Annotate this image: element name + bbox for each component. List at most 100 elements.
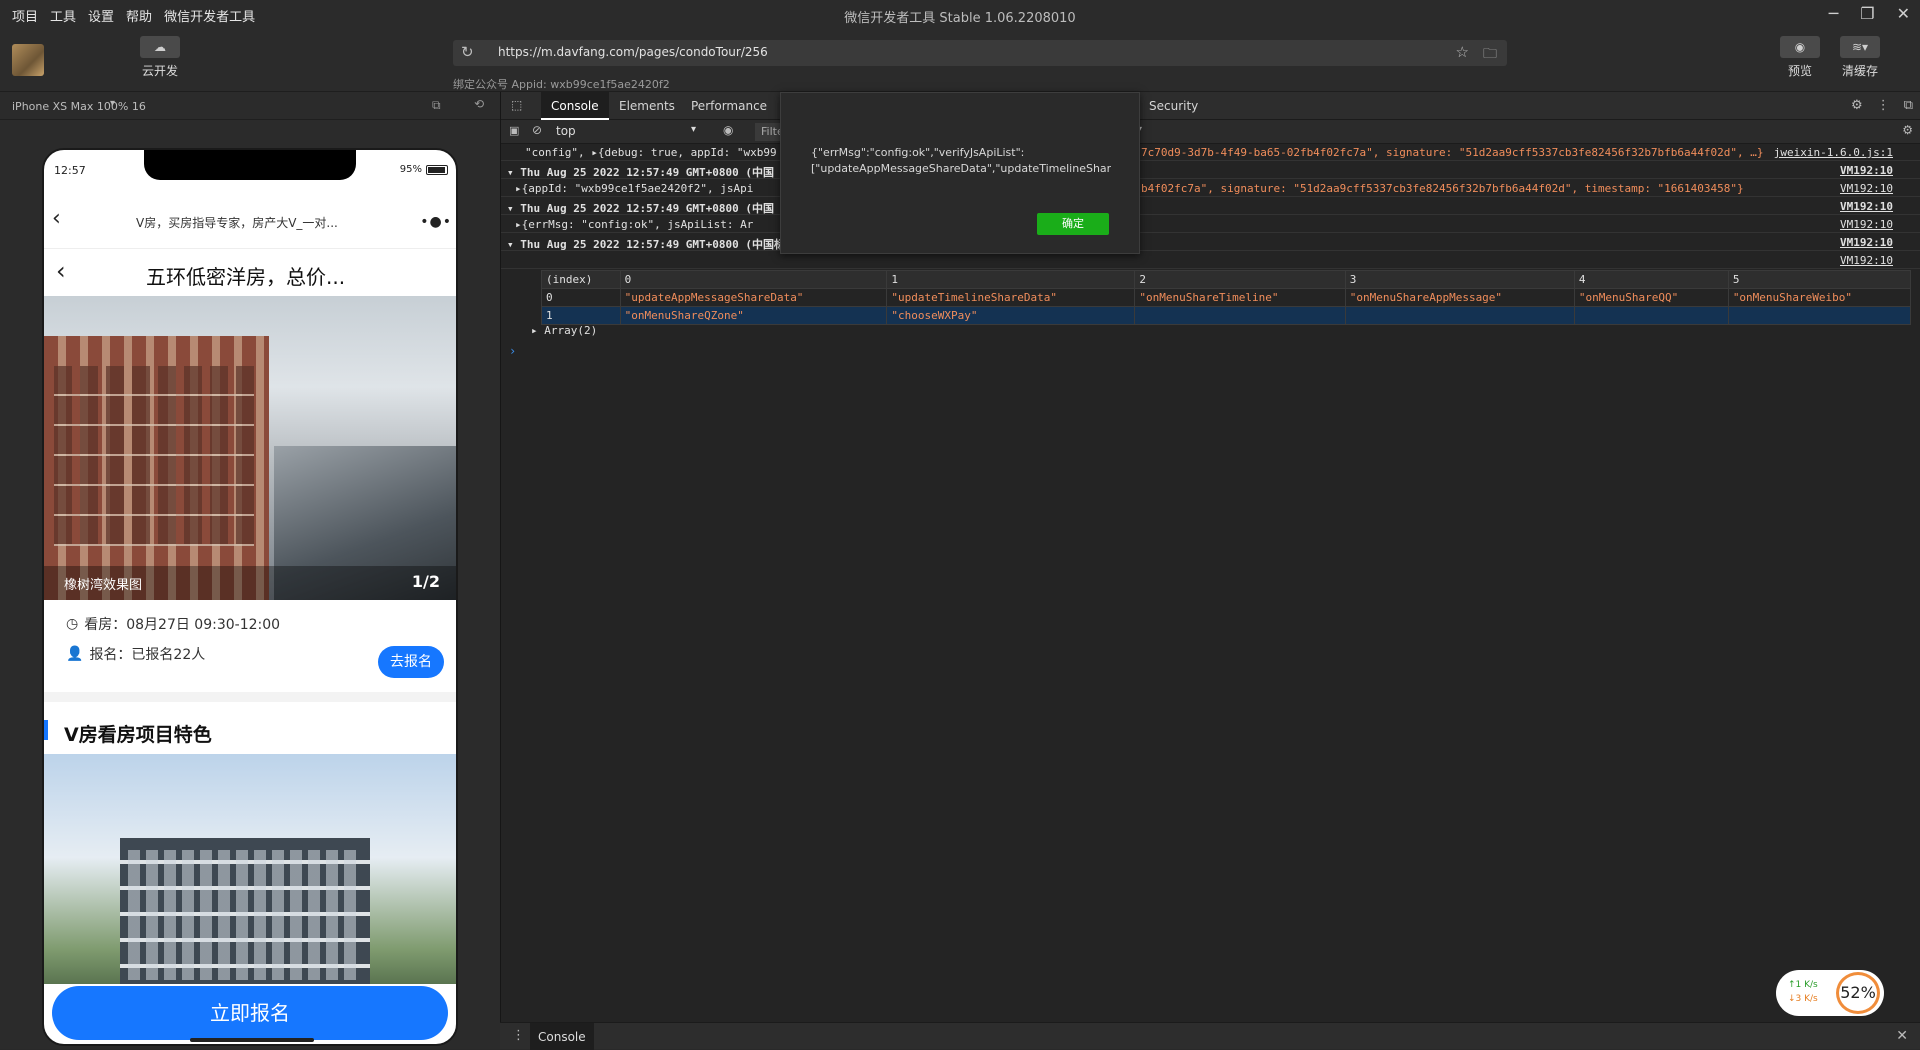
- source-link[interactable]: VM192:10: [1840, 200, 1893, 213]
- context-selector[interactable]: top ▾: [556, 124, 696, 138]
- source-link[interactable]: VM192:10: [1840, 218, 1893, 231]
- folder-icon[interactable]: 🗀: [1483, 43, 1497, 67]
- console-table: (index) 0 1 2 3 4 5 0 "updateAppMessageS…: [541, 270, 1912, 325]
- table-header-cell[interactable]: 0: [619, 270, 888, 289]
- alert-ok-button[interactable]: 确定: [1037, 213, 1109, 235]
- avatar[interactable]: [12, 44, 44, 76]
- feature-photo: [44, 754, 456, 984]
- devtools-icons: ⚙ ⋮ ⧉: [1851, 98, 1913, 113]
- tab-elements[interactable]: Elements: [619, 99, 675, 113]
- chevron-down-icon[interactable]: ▾: [110, 98, 115, 109]
- kebab-icon[interactable]: ⋮: [1877, 98, 1890, 113]
- table-header-cell[interactable]: 5: [1727, 270, 1912, 289]
- inspect-icon[interactable]: ⬚: [511, 98, 522, 112]
- source-link[interactable]: VM192:10: [1840, 182, 1893, 195]
- network-widget[interactable]: ↑1 K/s ↓3 K/s 52%: [1776, 970, 1884, 1016]
- wechat-nav-title: V房，买房指导专家，房产大V_一对...: [136, 216, 338, 230]
- console-line[interactable]: ▾ Thu Aug 25 2022 12:57:49 GMT+0800 (中国标…: [501, 234, 1920, 251]
- table-cell: [1573, 306, 1729, 325]
- clear-cache-button[interactable]: ≋▾ 清缓存: [1840, 36, 1880, 79]
- preview-button[interactable]: ◉ 预览: [1780, 36, 1820, 79]
- visit-info: ◷ 看房：08月27日 09:30-12:00 👤 报名：已报名22人 去报名: [44, 600, 456, 692]
- table-cell: "onMenuShareWeibo": [1727, 288, 1912, 307]
- cloud-icon: ☁: [140, 36, 180, 58]
- table-header-cell[interactable]: 3: [1344, 270, 1575, 289]
- battery-percent: 95%: [399, 164, 422, 175]
- gear-icon[interactable]: ⚙: [1851, 98, 1863, 113]
- section-divider: [44, 692, 456, 702]
- table-header-cell[interactable]: 2: [1134, 270, 1346, 289]
- property-photo-carousel[interactable]: 橡树湾效果图 1/2: [44, 296, 456, 600]
- table-header: (index) 0 1 2 3 4 5: [541, 270, 1912, 289]
- url-bar[interactable]: ↻ https://m.davfang.com/pages/condoTour/…: [453, 40, 1507, 66]
- table-cell: [1344, 306, 1575, 325]
- tab-console-label: Console: [551, 99, 599, 113]
- signup-small-button[interactable]: 去报名: [378, 646, 444, 678]
- table-header-cell[interactable]: 1: [886, 270, 1136, 289]
- minimize-icon[interactable]: ─: [1829, 4, 1839, 23]
- console-settings-icon[interactable]: ⚙: [1902, 123, 1913, 137]
- star-icon[interactable]: ☆: [1456, 43, 1469, 61]
- url-text[interactable]: https://m.davfang.com/pages/condoTour/25…: [498, 45, 768, 59]
- tab-performance[interactable]: Performance: [691, 99, 767, 113]
- visit-time: 看房：08月27日 09:30-12:00: [84, 617, 281, 633]
- console-drawer: ⋮ Console ✕: [500, 1022, 1920, 1050]
- status-battery: 95%: [400, 164, 448, 175]
- simulator-header: iPhone XS Max 100% 16 ▾ ⧉ ⟲: [0, 92, 500, 120]
- console-line[interactable]: ▾ Thu Aug 25 2022 12:57:49 GMT+0800 (中国 …: [501, 162, 1920, 179]
- console-line[interactable]: ▸{appId: "wxb99ce1f5ae2420f2", jsApi b4f…: [501, 180, 1920, 197]
- console-line[interactable]: ▾ Thu Aug 25 2022 12:57:49 GMT+0800 (中国 …: [501, 198, 1920, 215]
- table-header-cell[interactable]: (index): [541, 270, 621, 289]
- section-accent-bar: [44, 720, 48, 740]
- wechat-nav-bar: ‹ V房，买房指导专家，房产大V_一对... •●•: [44, 200, 456, 244]
- console-line[interactable]: ▸{errMsg: "config:ok", jsApiList: Ar VM1…: [501, 216, 1920, 233]
- console-line: VM192:10: [501, 252, 1920, 269]
- console-text: ▸{appId: "wxb99ce1f5ae2420f2", jsApi: [515, 182, 754, 195]
- table-row: 1 "onMenuShareQZone" "chooseWXPay": [541, 306, 1912, 325]
- table-row: 0 "updateAppMessageShareData" "updateTim…: [541, 288, 1912, 307]
- sidebar-toggle-icon[interactable]: ▣: [509, 124, 519, 137]
- reload-icon[interactable]: ↻: [461, 43, 474, 61]
- table-cell: "chooseWXPay": [886, 306, 1136, 325]
- source-link[interactable]: VM192:10: [1840, 236, 1893, 249]
- layers-icon: ≋▾: [1840, 36, 1880, 58]
- page-back-icon[interactable]: ‹: [56, 257, 66, 285]
- table-cell: "updateTimelineShareData": [886, 288, 1136, 307]
- restore-icon[interactable]: ❐: [1860, 4, 1874, 23]
- popout-icon[interactable]: ⧉: [432, 98, 441, 113]
- device-selector[interactable]: iPhone XS Max 100% 16: [12, 100, 146, 113]
- kebab-icon[interactable]: ⋮: [512, 1028, 525, 1043]
- user-icon: 👤: [66, 646, 84, 662]
- section-title: V房看房项目特色: [64, 724, 212, 746]
- source-link[interactable]: VM192:10: [1840, 254, 1893, 267]
- dock-icon[interactable]: ⧉: [1904, 98, 1913, 113]
- more-icon[interactable]: •●•: [420, 214, 452, 230]
- tab-security[interactable]: Security: [1149, 99, 1198, 113]
- eye-icon: ◉: [1780, 36, 1820, 58]
- cloud-dev-button[interactable]: ☁ 云开发: [140, 36, 180, 79]
- clear-console-icon[interactable]: ⊘: [532, 123, 542, 137]
- signup-count: 报名：已报名22人: [89, 647, 206, 663]
- drawer-tab-console[interactable]: Console: [530, 1023, 594, 1050]
- console-text: "config", ▸{debug: true, appId: "wxb99: [525, 146, 777, 159]
- rotate-icon[interactable]: ⟲: [474, 97, 484, 111]
- section-heading: V房看房项目特色: [44, 716, 456, 746]
- cloud-dev-label: 云开发: [141, 64, 178, 78]
- eye-icon[interactable]: ◉: [723, 123, 733, 137]
- table-cell: "onMenuShareQQ": [1573, 288, 1729, 307]
- tab-console[interactable]: Console: [541, 92, 609, 120]
- clear-cache-label: 清缓存: [1841, 64, 1878, 78]
- signup-count-row: 👤 报名：已报名22人: [66, 644, 205, 664]
- signup-now-button[interactable]: 立即报名: [52, 986, 448, 1040]
- close-icon[interactable]: ✕: [1896, 1028, 1908, 1044]
- source-link[interactable]: VM192:10: [1840, 164, 1893, 177]
- console-prompt-icon[interactable]: ›: [509, 344, 516, 358]
- back-icon[interactable]: ‹: [52, 206, 61, 231]
- app-title: 微信开发者工具 Stable 1.06.2208010: [844, 11, 1076, 26]
- source-link[interactable]: jweixin-1.6.0.js:1: [1774, 146, 1893, 159]
- table-header-cell[interactable]: 4: [1573, 270, 1729, 289]
- console-text: ▸{errMsg: "config:ok", jsApiList: Ar: [515, 218, 754, 231]
- page-title: 五环低密洋房，总价...: [146, 265, 346, 289]
- array-expander[interactable]: ▸ Array(2): [531, 324, 597, 337]
- close-icon[interactable]: ✕: [1897, 4, 1910, 23]
